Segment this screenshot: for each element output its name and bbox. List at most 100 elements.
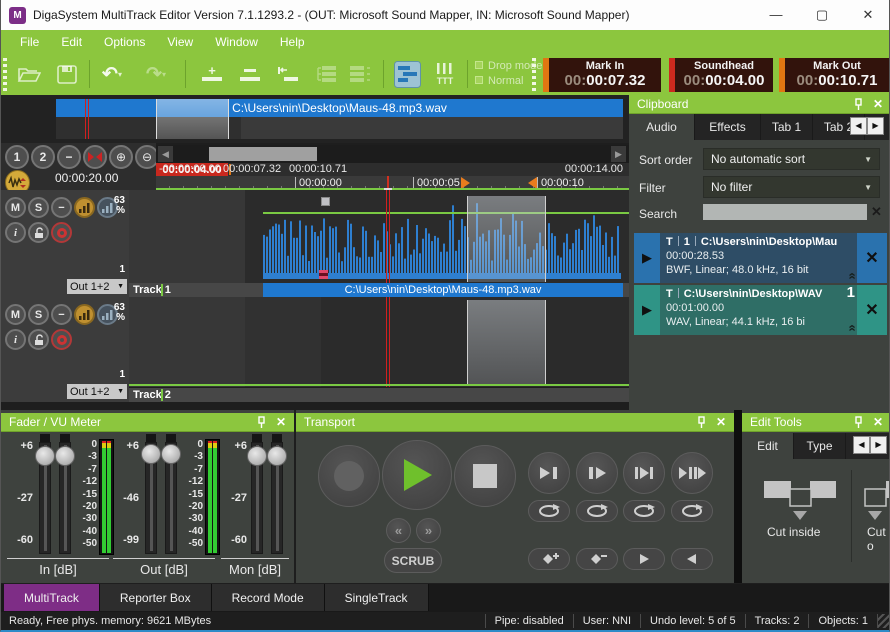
cut-outside-button[interactable] bbox=[863, 478, 890, 527]
track2-waveform-mode-icon[interactable] bbox=[74, 304, 95, 325]
entry1-remove-icon[interactable]: ✕ bbox=[857, 233, 887, 283]
scrub-button[interactable]: SCRUB bbox=[384, 548, 442, 573]
track2-selection[interactable] bbox=[467, 300, 546, 385]
cut-inside-button[interactable] bbox=[761, 478, 839, 527]
loop-all-button[interactable] bbox=[671, 500, 713, 522]
next-marker-button[interactable] bbox=[623, 548, 665, 570]
overview-view-window[interactable] bbox=[156, 99, 229, 139]
scroll-right-icon[interactable]: ▶ bbox=[611, 146, 626, 162]
remove-track-icon[interactable] bbox=[235, 60, 265, 88]
play-to-soundhead-button[interactable] bbox=[528, 452, 570, 494]
clipboard-close-icon[interactable]: ✕ bbox=[873, 97, 883, 111]
pin-icon[interactable] bbox=[697, 416, 706, 428]
track1-lane[interactable] bbox=[129, 190, 629, 283]
pin-icon[interactable] bbox=[854, 416, 863, 428]
play-around-selection-button[interactable] bbox=[671, 452, 713, 494]
minimize-button[interactable]: — bbox=[753, 0, 799, 30]
zoom-out-full-button[interactable]: − bbox=[57, 145, 81, 169]
tab-scroll-left-icon[interactable]: ◀ bbox=[853, 436, 870, 454]
add-marker-button[interactable] bbox=[528, 548, 570, 570]
menu-window[interactable]: Window bbox=[204, 30, 269, 54]
tab-multitrack[interactable]: MultiTrack bbox=[4, 584, 100, 611]
arrange-objects-icon[interactable] bbox=[391, 60, 423, 88]
track1-file-label[interactable]: C:\Users\nin\Desktop\Maus-48.mp3.wav bbox=[263, 283, 623, 297]
entry2-play-icon[interactable]: ▶ bbox=[634, 285, 660, 335]
menu-file[interactable]: File bbox=[9, 30, 50, 54]
undo-icon[interactable]: ↶▾ bbox=[95, 60, 129, 88]
menu-edit[interactable]: Edit bbox=[50, 30, 93, 54]
tab-type[interactable]: Type bbox=[794, 433, 846, 459]
track2-output-select[interactable]: Out 1+2▼ bbox=[67, 384, 127, 399]
zoom-preset-2-button[interactable]: 2 bbox=[31, 145, 55, 169]
track1-lock-icon[interactable] bbox=[28, 222, 49, 243]
clipboard-entry-2[interactable]: ▶ TC:\Users\nin\Desktop\WAV 00:01:00.00 … bbox=[634, 285, 887, 335]
search-clear-icon[interactable]: ✕ bbox=[871, 204, 882, 220]
pin-icon[interactable] bbox=[854, 98, 863, 110]
record-button[interactable] bbox=[318, 445, 380, 507]
loop-mark-in-button[interactable] bbox=[528, 500, 570, 522]
entry2-remove-icon[interactable]: ✕ bbox=[857, 285, 887, 335]
mon-fader-right-knob[interactable] bbox=[267, 446, 287, 466]
track1-record-arm-button[interactable] bbox=[51, 222, 72, 243]
track1-minimize-button[interactable]: − bbox=[51, 197, 72, 218]
zoom-to-selection-button[interactable] bbox=[83, 145, 107, 169]
track1-waveform-mode-icon[interactable] bbox=[74, 197, 95, 218]
in-fader-left-knob[interactable] bbox=[35, 446, 55, 466]
nudge-back-button[interactable]: « bbox=[386, 518, 411, 543]
insert-track-icon[interactable] bbox=[273, 60, 303, 88]
loop-selection-button[interactable] bbox=[576, 500, 618, 522]
group-objects-icon[interactable] bbox=[311, 60, 341, 88]
track1-envelope-line[interactable] bbox=[263, 212, 629, 214]
track1-fade-handle[interactable] bbox=[321, 197, 330, 206]
out-fader-left-knob[interactable] bbox=[141, 444, 161, 464]
tab-singletrack[interactable]: SingleTrack bbox=[325, 584, 429, 611]
track2-mute-button[interactable]: M bbox=[5, 304, 26, 325]
overview-playhead[interactable] bbox=[85, 99, 86, 139]
track1-selection[interactable] bbox=[467, 196, 546, 282]
toolbar-grip[interactable] bbox=[3, 58, 7, 91]
tab-audio[interactable]: Audio bbox=[629, 114, 695, 140]
overview-file-bar[interactable]: C:\Users\nin\Desktop\Maus-48.mp3.wav bbox=[56, 99, 623, 117]
tab-effects[interactable]: Effects bbox=[695, 114, 761, 140]
remove-marker-button[interactable] bbox=[576, 548, 618, 570]
track2-minimize-button[interactable]: − bbox=[51, 304, 72, 325]
tab-scroll-right-icon[interactable]: ▶ bbox=[870, 436, 887, 454]
edit-tools-close-icon[interactable]: ✕ bbox=[873, 415, 883, 429]
toolbar-grip-2[interactable] bbox=[532, 58, 536, 91]
play-selection-button[interactable] bbox=[623, 452, 665, 494]
filter-select[interactable]: No filter▼ bbox=[703, 176, 880, 198]
open-icon[interactable] bbox=[15, 60, 43, 88]
track1-solo-button[interactable]: S bbox=[28, 197, 49, 218]
scroll-left-icon[interactable]: ◀ bbox=[158, 146, 173, 162]
track2-lock-icon[interactable] bbox=[28, 329, 49, 350]
tab-edit[interactable]: Edit bbox=[742, 433, 794, 459]
track1-output-select[interactable]: Out 1+2▼ bbox=[67, 279, 127, 294]
nudge-forward-button[interactable]: » bbox=[416, 518, 441, 543]
tab-scroll-right-icon[interactable]: ▶ bbox=[867, 117, 884, 135]
resize-grip[interactable] bbox=[877, 614, 890, 628]
track2-solo-button[interactable]: S bbox=[28, 304, 49, 325]
mon-fader-left-knob[interactable] bbox=[247, 446, 267, 466]
zoom-preset-1-button[interactable]: 1 bbox=[5, 145, 29, 169]
mark-out-display[interactable]: Mark Out 00:00:10.71 bbox=[779, 58, 889, 92]
track-text-icon[interactable]: TTT bbox=[429, 60, 461, 88]
track2-lane[interactable] bbox=[129, 297, 629, 387]
menu-view[interactable]: View bbox=[156, 30, 204, 54]
save-icon[interactable] bbox=[53, 60, 81, 88]
clipboard-entry-1[interactable]: ▶ T1C:\Users\nin\Desktop\Mau 00:00:28.53… bbox=[634, 233, 887, 283]
previous-marker-button[interactable] bbox=[671, 548, 713, 570]
maximize-button[interactable]: ▢ bbox=[799, 0, 845, 30]
loop-mark-out-button[interactable] bbox=[623, 500, 665, 522]
pin-icon[interactable] bbox=[257, 416, 266, 428]
menu-help[interactable]: Help bbox=[269, 30, 316, 54]
track2-envelope-line[interactable] bbox=[129, 384, 629, 386]
stop-button[interactable] bbox=[454, 445, 516, 507]
redo-icon[interactable]: ↷▾ bbox=[139, 60, 173, 88]
out-fader-right-knob[interactable] bbox=[161, 444, 181, 464]
search-input[interactable] bbox=[703, 204, 867, 220]
menu-options[interactable]: Options bbox=[93, 30, 156, 54]
soundhead-display[interactable]: Soundhead 00:00:04.00 bbox=[669, 58, 773, 92]
mark-in-display[interactable]: Mark In 00:00:07.32 bbox=[543, 58, 661, 92]
add-track-icon[interactable]: + bbox=[197, 60, 227, 88]
track1-mute-button[interactable]: M bbox=[5, 197, 26, 218]
